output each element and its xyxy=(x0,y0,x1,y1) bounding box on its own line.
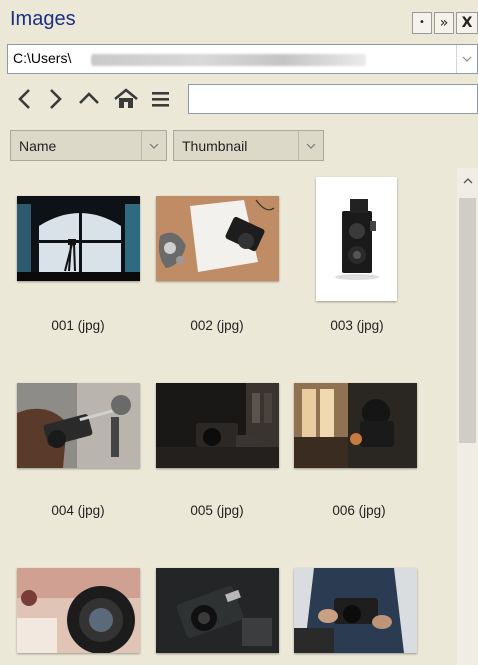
thumbnail-grid: 001 (jpg) 002 (jpg) 003 (jpg) 004 (jpg) … xyxy=(0,168,455,665)
scroll-up-icon[interactable] xyxy=(457,172,478,190)
menu-icon[interactable] xyxy=(150,86,172,120)
home-icon[interactable] xyxy=(113,86,139,120)
filter-input[interactable] xyxy=(188,84,478,114)
chevron-down-icon xyxy=(462,52,472,65)
panel-title: Images xyxy=(10,8,76,30)
thumbnail-image[interactable] xyxy=(156,196,279,281)
vertical-scrollbar[interactable] xyxy=(457,168,478,665)
thumbnail-image[interactable] xyxy=(156,383,279,468)
thumbnail-item-002[interactable]: 002 (jpg) xyxy=(140,168,290,348)
thumbnail-label: 001 (jpg) xyxy=(51,318,105,333)
thumbnail-image[interactable] xyxy=(294,568,417,653)
sort-by-dropdown[interactable]: Name xyxy=(10,130,167,161)
close-button[interactable]: X xyxy=(456,12,478,34)
chevron-down-icon[interactable] xyxy=(298,131,323,160)
thumbnail-item-009[interactable] xyxy=(280,540,430,665)
view-mode-value: Thumbnail xyxy=(182,138,248,154)
panel-titlebar: Images • » X xyxy=(0,0,478,40)
thumbnail-image[interactable] xyxy=(17,568,140,653)
thumbnail-item-006[interactable]: 006 (jpg) xyxy=(280,353,430,533)
forward-icon[interactable] xyxy=(44,86,66,118)
pin-button[interactable]: • xyxy=(412,12,432,34)
thumbnail-label: 006 (jpg) xyxy=(332,503,386,518)
path-dropdown-button[interactable] xyxy=(456,45,477,73)
redacted-path-segment xyxy=(91,54,366,66)
thumbnail-image[interactable] xyxy=(17,383,140,468)
scrollbar-thumb[interactable] xyxy=(459,198,476,443)
thumbnail-item-003[interactable]: 003 (jpg) xyxy=(280,168,430,348)
up-icon[interactable] xyxy=(76,86,102,118)
path-input[interactable]: C:\Users\ xyxy=(13,50,71,66)
thumbnail-item-008[interactable] xyxy=(140,540,290,665)
thumbnail-item-004[interactable]: 004 (jpg) xyxy=(0,353,150,533)
thumbnail-label: 002 (jpg) xyxy=(190,318,244,333)
back-icon[interactable] xyxy=(14,86,36,118)
thumbnail-item-001[interactable]: 001 (jpg) xyxy=(0,168,150,348)
thumbnail-image[interactable] xyxy=(17,196,140,281)
view-mode-dropdown[interactable]: Thumbnail xyxy=(173,130,324,161)
path-combobox[interactable]: C:\Users\ xyxy=(7,44,478,74)
thumbnail-label: 004 (jpg) xyxy=(51,503,105,518)
images-panel: Images • » X C:\Users\ Name Thumbnail 00… xyxy=(0,0,478,665)
chevron-down-icon[interactable] xyxy=(141,131,166,160)
thumbnail-label: 005 (jpg) xyxy=(190,503,244,518)
thumbnail-image[interactable] xyxy=(294,383,417,468)
thumbnail-label: 003 (jpg) xyxy=(330,318,384,333)
more-button[interactable]: » xyxy=(434,12,454,34)
thumbnail-item-005[interactable]: 005 (jpg) xyxy=(140,353,290,533)
thumbnail-item-007[interactable] xyxy=(0,540,150,665)
thumbnail-image[interactable] xyxy=(316,177,397,301)
sort-by-value: Name xyxy=(19,138,57,154)
thumbnail-image[interactable] xyxy=(156,568,279,653)
